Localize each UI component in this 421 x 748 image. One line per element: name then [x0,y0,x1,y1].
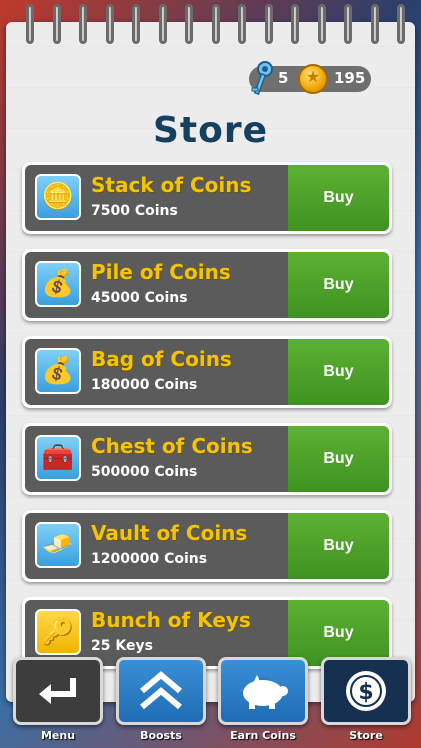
earn-coins-label: Earn Coins [230,729,296,742]
item-amount: 500000 Coins [91,464,198,480]
gold-bars-icon: 🧈 [35,522,81,568]
coin-stack-icon: 🪙 [35,174,81,220]
item-amount: 7500 Coins [91,203,178,219]
buy-button[interactable]: Buy [288,513,389,579]
coins-count: 195 [334,69,366,87]
boosts-button[interactable] [116,657,206,725]
key-icon [251,61,273,96]
item-name: Bag of Coins [91,347,232,371]
return-arrow-icon [39,678,76,704]
piggy-bank-icon [243,675,288,709]
notepad-ring [105,4,114,44]
keys-icon: 🔑 [35,609,81,655]
earn-coins-button[interactable] [218,657,308,725]
item-amount: 1200000 Coins [91,551,208,567]
notepad-ring [132,4,140,44]
store-item-stack-of-coins: 🪙 Stack of Coins 7500 Coins Buy [22,162,392,234]
coin-icon [298,64,328,94]
item-name: Vault of Coins [91,521,248,545]
buy-button[interactable]: Buy [288,252,389,318]
item-amount: 180000 Coins [91,377,198,393]
notepad-ring [52,4,61,44]
svg-text:$: $ [358,680,373,705]
notepad-ring [291,4,299,44]
item-amount: 45000 Coins [91,290,188,306]
notepad-ring [158,4,167,44]
buy-button[interactable]: Buy [288,339,389,405]
treasure-chest-icon: 🧰 [35,435,81,481]
bottom-nav: Menu Boosts Earn Coins $ Store [0,652,421,748]
store-button[interactable]: $ [321,657,411,725]
coin-bag-icon: 💰 [35,348,81,394]
item-name: Chest of Coins [91,434,253,458]
notepad-ring [264,4,273,44]
menu-label: Menu [40,729,76,742]
keys-count: 5 [278,69,289,87]
notepad-rings [0,4,421,52]
item-name: Pile of Coins [91,260,231,284]
buy-button[interactable]: Buy [288,426,389,492]
store-label: Store [349,729,383,742]
store-item-bag-of-coins: 💰 Bag of Coins 180000 Coins Buy [22,336,392,408]
store-item-chest-of-coins: 🧰 Chest of Coins 500000 Coins Buy [22,423,392,495]
menu-button[interactable] [13,657,103,725]
store-item-vault-of-coins: 🧈 Vault of Coins 1200000 Coins Buy [22,510,392,582]
item-name: Bunch of Keys [91,608,251,632]
notepad-ring [397,4,405,44]
boosts-label: Boosts [140,729,182,742]
notepad-ring [211,4,220,44]
notepad-ring [317,4,326,44]
notepad-ring [185,4,193,44]
store-item-pile-of-coins: 💰 Pile of Coins 45000 Coins Buy [22,249,392,321]
dollar-coin-icon: $ [346,671,386,711]
notepad-ring [79,4,87,44]
page-title: Store [152,110,269,151]
notepad-ring [26,4,34,44]
notepad-ring [370,4,379,44]
coin-pile-icon: 💰 [35,261,81,307]
buy-button[interactable]: Buy [288,165,389,231]
notepad-ring [344,4,352,44]
item-name: Stack of Coins [91,173,252,197]
notepad-ring [238,4,246,44]
double-chevron-up-icon [140,671,182,710]
